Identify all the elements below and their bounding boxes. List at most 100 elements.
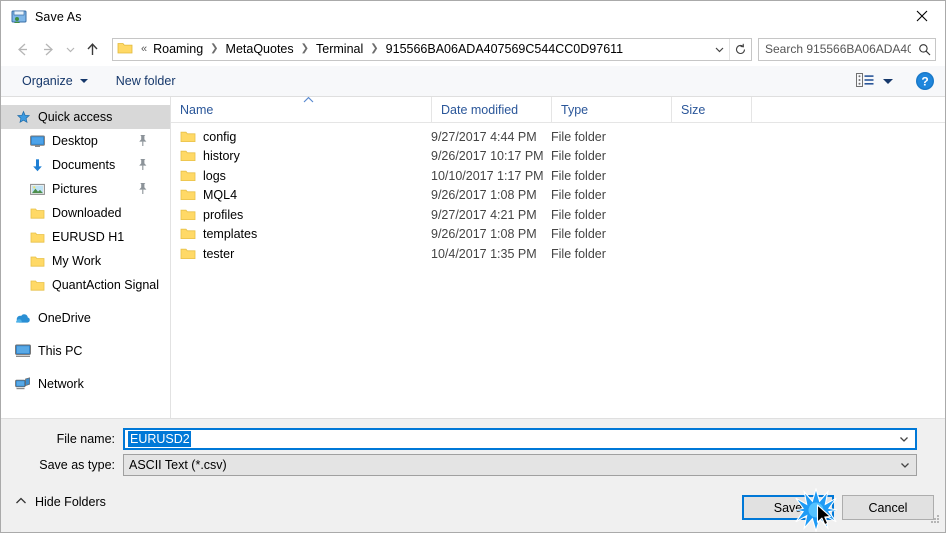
sidebar-divider xyxy=(1,363,170,372)
pin-icon[interactable] xyxy=(137,134,148,150)
file-name-cell[interactable]: templates xyxy=(171,227,431,241)
column-header-label: Type xyxy=(561,103,589,117)
sidebar-item-network[interactable]: Network xyxy=(1,372,170,396)
sidebar-item-label: Quick access xyxy=(38,110,113,124)
breadcrumb-item-terminal-id[interactable]: 915566BA06ADA407569C544CC0D97611 xyxy=(384,41,625,57)
file-date-cell: 9/26/2017 10:17 PM xyxy=(431,149,544,164)
file-rows-container: config 9/27/2017 4:44 PM File folder his… xyxy=(171,123,945,264)
address-bar[interactable]: « Roaming ❯ MetaQuotes ❯ Terminal ❯ 9155… xyxy=(112,37,752,61)
column-header-label: Date modified xyxy=(441,103,519,117)
sidebar-item-label: Desktop xyxy=(52,134,98,148)
file-name-label: logs xyxy=(203,168,226,183)
sidebar-item-quick-access[interactable]: Quick access xyxy=(1,105,170,129)
view-mode-button[interactable] xyxy=(852,69,897,93)
cancel-button[interactable]: Cancel xyxy=(842,495,934,520)
desktop-icon xyxy=(29,133,45,149)
table-row[interactable]: templates 9/26/2017 1:08 PM File folder xyxy=(171,225,945,245)
table-row[interactable]: MQL4 9/26/2017 1:08 PM File folder xyxy=(171,186,945,206)
breadcrumb-item-metaquotes[interactable]: MetaQuotes xyxy=(224,41,296,57)
sidebar-item-my-work[interactable]: My Work xyxy=(1,249,170,273)
table-row[interactable]: profiles 9/27/2017 4:21 PM File folder xyxy=(171,205,945,225)
breadcrumb-item-terminal[interactable]: Terminal xyxy=(314,41,365,57)
file-name-cell[interactable]: profiles xyxy=(171,208,431,222)
save-as-icon xyxy=(11,9,27,25)
breadcrumb-separator[interactable]: ❯ xyxy=(205,43,223,54)
back-arrow-icon[interactable] xyxy=(9,36,35,62)
sidebar-item-downloaded[interactable]: Downloaded xyxy=(1,201,170,225)
pin-icon[interactable] xyxy=(137,182,148,198)
file-name-label: MQL4 xyxy=(203,188,238,203)
pin-icon[interactable] xyxy=(137,158,148,174)
sidebar-divider xyxy=(1,330,170,339)
file-name-label: config xyxy=(203,129,237,144)
sidebar-item-this-pc[interactable]: This PC xyxy=(1,339,170,363)
table-row[interactable]: config 9/27/2017 4:44 PM File folder xyxy=(171,127,945,147)
folder-icon xyxy=(29,229,45,245)
file-type-cell: File folder xyxy=(551,168,606,183)
column-header-type[interactable]: Type xyxy=(551,97,671,123)
column-header-spacer xyxy=(751,97,945,122)
column-header-label: Name xyxy=(180,103,214,117)
sidebar-item-documents[interactable]: Documents xyxy=(1,153,170,177)
file-name-label: templates xyxy=(203,227,258,242)
column-header-size[interactable]: Size xyxy=(671,97,751,123)
organize-button[interactable]: Organize xyxy=(15,69,95,93)
search-input[interactable] xyxy=(759,41,913,57)
sidebar-item-pictures[interactable]: Pictures xyxy=(1,177,170,201)
file-name-label: history xyxy=(203,149,240,164)
file-name-row: File name: EURUSD2 xyxy=(1,428,945,450)
breadcrumb-overflow[interactable]: « xyxy=(137,43,151,55)
table-row[interactable]: tester 10/4/2017 1:35 PM File folder xyxy=(171,244,945,264)
save-as-type-value: ASCII Text (*.csv) xyxy=(129,458,227,472)
table-row[interactable]: logs 10/10/2017 1:17 PM File folder xyxy=(171,166,945,186)
search-box[interactable] xyxy=(758,37,936,61)
breadcrumb-separator[interactable]: ❯ xyxy=(296,43,314,54)
column-header-name[interactable]: Name xyxy=(171,96,431,123)
file-type-cell: File folder xyxy=(551,149,606,164)
column-header-label: Size xyxy=(681,103,706,117)
save-button[interactable]: Save xyxy=(742,495,834,520)
refresh-icon[interactable] xyxy=(729,38,751,60)
chevron-down-icon xyxy=(79,79,88,83)
cancel-button-label: Cancel xyxy=(868,500,908,515)
file-date-cell: 9/27/2017 4:21 PM xyxy=(431,207,537,222)
file-name-input[interactable]: EURUSD2 xyxy=(123,428,917,450)
file-type-cell: File folder xyxy=(551,207,606,222)
file-name-cell[interactable]: tester xyxy=(171,247,431,261)
new-folder-button[interactable]: New folder xyxy=(109,69,183,93)
breadcrumb-item-roaming[interactable]: Roaming xyxy=(151,41,205,57)
chevron-down-icon[interactable] xyxy=(893,430,915,448)
chevron-down-icon[interactable] xyxy=(894,455,916,475)
documents-down-arrow-icon xyxy=(29,157,45,173)
sidebar-item-eurusd-h1[interactable]: EURUSD H1 xyxy=(1,225,170,249)
sidebar-item-label: My Work xyxy=(52,254,102,268)
search-icon[interactable] xyxy=(913,43,935,56)
sidebar-item-onedrive[interactable]: OneDrive xyxy=(1,306,170,330)
breadcrumb-separator[interactable]: ❯ xyxy=(365,43,383,54)
forward-arrow-icon[interactable] xyxy=(35,36,61,62)
sidebar-item-quantaction-signal[interactable]: QuantAction Signal xyxy=(1,273,170,297)
column-header-date-modified[interactable]: Date modified xyxy=(431,97,551,123)
table-row[interactable]: history 9/26/2017 10:17 PM File folder xyxy=(171,147,945,167)
file-name-cell[interactable]: history xyxy=(171,149,431,163)
help-icon[interactable]: ? xyxy=(915,71,935,91)
file-name-cell[interactable]: config xyxy=(171,130,431,144)
up-arrow-icon[interactable] xyxy=(79,36,105,62)
sidebar-item-label: Network xyxy=(38,377,84,391)
sidebar-item-label: OneDrive xyxy=(38,311,91,325)
save-as-type-label: Save as type: xyxy=(39,458,115,472)
file-date-cell: 10/10/2017 1:17 PM xyxy=(431,168,544,183)
file-name-cell[interactable]: logs xyxy=(171,169,431,183)
chevron-down-icon[interactable] xyxy=(709,39,729,60)
sidebar-item-desktop[interactable]: Desktop xyxy=(1,129,170,153)
sort-ascending-caret-icon xyxy=(302,96,315,106)
recent-locations-chevron-icon[interactable] xyxy=(61,36,79,62)
close-button[interactable] xyxy=(899,1,945,31)
save-as-type-select[interactable]: ASCII Text (*.csv) xyxy=(123,454,917,476)
folder-icon xyxy=(180,149,196,163)
file-name-cell[interactable]: MQL4 xyxy=(171,188,431,202)
resize-grip-icon[interactable] xyxy=(928,513,941,529)
window-title: Save As xyxy=(35,9,82,24)
file-list: Name Date modified Type Size config 9/27… xyxy=(171,96,945,418)
hide-folders-button[interactable]: Hide Folders xyxy=(15,491,106,513)
